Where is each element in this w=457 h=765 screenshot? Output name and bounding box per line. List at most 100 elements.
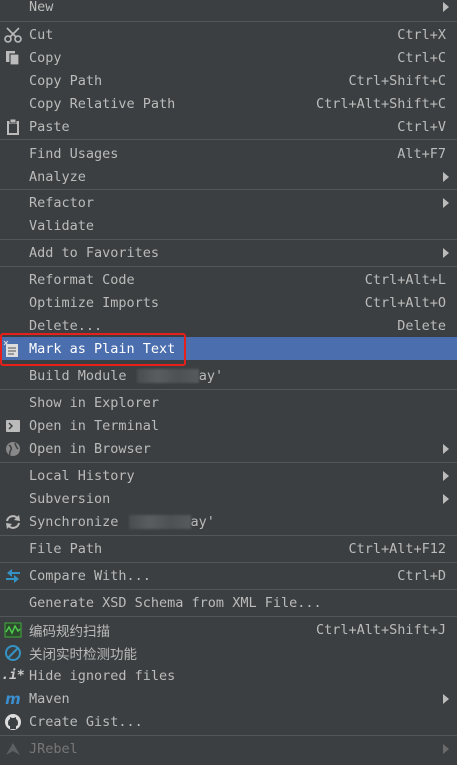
menu-item-label: Paste [29,118,70,135]
menu-item-shortcut: Ctrl+Alt+L [364,271,446,288]
menu-item-label: Copy Path [29,72,103,89]
scan-icon [4,621,22,639]
menu-item-cut[interactable]: Cut Ctrl+X [0,23,457,46]
menu-item-label: Local History [29,467,135,484]
submenu-arrow-icon [443,743,449,754]
menu-item-find-usages[interactable]: Find Usages Alt+F7 [0,142,457,165]
synchronize-suffix: ay' [190,513,215,530]
menu-item-new[interactable]: New [0,0,457,18]
menu-item-label: Find Usages [29,145,119,162]
submenu-arrow-icon [443,247,449,258]
submenu-arrow-icon [443,1,449,12]
submenu-arrow-icon [443,443,449,454]
menu-item-label: Refactor [29,194,95,211]
menu-item-copy[interactable]: Copy Ctrl+C [0,46,457,69]
menu-item-label: Open in Terminal [29,417,160,434]
build-module-suffix: ay' [198,367,224,384]
menu-item-code-scan[interactable]: 编码规约扫描 Ctrl+Alt+Shift+J [0,618,457,641]
menu-item-hide-ignored-files[interactable]: .i* Hide ignored files [0,664,457,687]
menu-item-shortcut: Alt+F7 [397,145,446,162]
menu-item-label: 编码规约扫描 [29,623,110,640]
menu-item-subversion[interactable]: Subversion [0,487,457,510]
maven-icon: m [5,689,21,708]
menu-item-label: Cut [29,26,54,43]
menu-separator [0,139,457,140]
menu-item-open-in-terminal[interactable]: Open in Terminal [0,414,457,437]
submenu-arrow-icon [443,470,449,481]
menu-separator [0,21,457,22]
menu-item-label: JRebel [29,740,78,757]
context-menu: New Cut Ctrl+X Copy Ctrl+C Copy Path Ctr… [0,0,457,765]
compare-arrows-icon [4,567,22,585]
menu-item-label: Create Gist... [29,713,143,730]
menu-item-add-to-favorites[interactable]: Add to Favorites [0,241,457,264]
menu-separator [0,735,457,736]
menu-item-synchronize[interactable]: Synchronize ay' [0,510,457,533]
copy-icon [4,49,22,67]
menu-separator [0,239,457,240]
submenu-arrow-icon [443,171,449,182]
menu-item-label: 关闭实时检测功能 [29,646,137,663]
menu-item-shortcut: Ctrl+Alt+Shift+C [315,95,446,112]
menu-item-shortcut: Ctrl+X [397,26,446,43]
menu-item-label: File Path [29,540,103,557]
menu-separator [0,189,457,190]
menu-item-copy-path[interactable]: Copy Path Ctrl+Shift+C [0,69,457,92]
menu-item-label: Hide ignored files [29,667,176,684]
menu-item-shortcut: Ctrl+V [397,118,446,135]
menu-item-shortcut: Ctrl+C [397,49,446,66]
menu-item-compare-with[interactable]: Compare With... Ctrl+D [0,564,457,587]
menu-item-copy-relative-path[interactable]: Copy Relative Path Ctrl+Alt+Shift+C [0,92,457,115]
menu-separator [0,535,457,536]
build-module-text: Build Module [29,367,127,384]
jrebel-icon [4,740,22,758]
menu-separator [0,266,457,267]
menu-item-label: Optimize Imports [29,294,160,311]
submenu-arrow-icon [443,493,449,504]
menu-item-label: Maven [29,690,70,707]
menu-item-label: Delete... [29,317,103,334]
menu-item-local-history[interactable]: Local History [0,464,457,487]
menu-item-jrebel[interactable]: JRebel [0,737,457,760]
menu-item-refactor[interactable]: Refactor [0,191,457,214]
globe-icon [4,440,22,458]
menu-item-build-module[interactable]: Build Module ay' [0,364,457,387]
menu-item-label: Add to Favorites [29,244,160,261]
menu-item-maven[interactable]: m Maven [0,687,457,710]
menu-item-create-gist[interactable]: Create Gist... [0,710,457,733]
menu-item-label: Subversion [29,490,111,507]
menu-separator [0,562,457,563]
submenu-arrow-icon [443,693,449,704]
redacted-module-name [136,368,199,383]
menu-item-label: New [29,0,54,15]
menu-item-shortcut: Ctrl+Alt+F12 [348,540,446,557]
menu-item-generate-xsd[interactable]: Generate XSD Schema from XML File... [0,591,457,614]
menu-separator [0,616,457,617]
menu-item-optimize-imports[interactable]: Optimize Imports Ctrl+Alt+O [0,291,457,314]
clipboard-icon [4,118,22,136]
menu-item-paste[interactable]: Paste Ctrl+V [0,115,457,138]
scissors-icon [4,26,22,44]
menu-item-show-in-explorer[interactable]: Show in Explorer [0,391,457,414]
menu-item-label: Show in Explorer [29,394,160,411]
menu-item-validate[interactable]: Validate [0,214,457,237]
sync-icon [4,513,22,531]
menu-separator [0,389,457,390]
menu-item-label: Analyze [29,168,86,185]
highlight-annotation-box [0,333,186,366]
menu-item-file-path[interactable]: File Path Ctrl+Alt+F12 [0,537,457,560]
ignore-icon: .i* [1,668,25,683]
menu-item-shortcut: Ctrl+Alt+Shift+J [315,621,446,638]
menu-item-open-in-browser[interactable]: Open in Browser [0,437,457,460]
menu-item-close-realtime-check[interactable]: 关闭实时检测功能 [0,641,457,664]
menu-separator [0,589,457,590]
redacted-module-name [128,514,191,529]
menu-item-analyze[interactable]: Analyze [0,165,457,188]
menu-item-shortcut: Ctrl+D [397,567,446,584]
menu-item-shortcut: Ctrl+Shift+C [348,72,446,89]
menu-item-label: Synchronize ay' [29,514,215,530]
menu-item-reformat-code[interactable]: Reformat Code Ctrl+Alt+L [0,268,457,291]
menu-item-label: Copy [29,49,62,66]
menu-item-label: Open in Browser [29,440,151,457]
forbidden-icon [4,644,22,662]
